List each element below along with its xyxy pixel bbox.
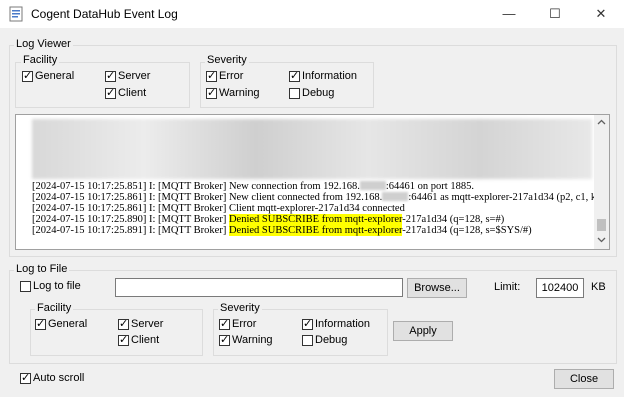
viewer-debug-label: Debug [302,87,335,99]
file-debug-label: Debug [315,334,348,346]
log-textbox[interactable]: [2024-07-15 10:17:25.851] I: [MQTT Broke… [15,114,610,250]
file-facility-label: Facility [35,302,74,314]
log-line: [2024-07-15 10:17:25.861] I: [MQTT Broke… [32,203,405,214]
scroll-down-icon[interactable] [597,237,606,243]
viewer-client-checkbox[interactable] [105,86,116,100]
file-client-label: Client [131,334,160,346]
viewer-facility-label: Facility [21,54,60,66]
log-scrollbar[interactable] [594,115,609,249]
file-warning-label: Warning [232,334,273,346]
file-server-checkbox[interactable] [118,317,129,331]
close-window-button[interactable]: ✕ [578,0,624,28]
file-severity-label: Severity [218,302,262,314]
file-information-label: Information [315,318,371,330]
viewer-client-label: Client [118,87,147,99]
maximize-button[interactable]: ☐ [532,0,578,28]
viewer-server-label: Server [118,70,151,82]
log-to-file-label: Log to File [14,263,70,275]
title-bar: Cogent DataHub Event Log — ☐ ✕ [0,0,624,28]
log-line: [2024-07-15 10:17:25.890] I: [MQTT Broke… [32,214,505,225]
file-information-checkbox[interactable] [302,317,313,331]
file-warning-checkbox[interactable] [219,333,230,347]
file-error-label: Error [232,318,257,330]
log-to-file-checkbox[interactable] [20,281,31,292]
limit-unit: KB [591,281,606,293]
file-debug-checkbox[interactable] [302,335,313,346]
browse-button[interactable]: Browse... [407,278,467,298]
viewer-error-label: Error [219,70,244,82]
log-highlight: Denied SUBSCRIBE from mqtt-explorer [228,225,403,236]
redacted-log-area [32,119,592,179]
viewer-error-checkbox[interactable] [206,69,217,83]
apply-button[interactable]: Apply [393,321,453,341]
file-severity-group [213,309,388,356]
scroll-up-icon[interactable] [597,119,606,125]
viewer-debug-checkbox[interactable] [289,88,300,99]
viewer-information-checkbox[interactable] [289,69,300,83]
log-highlight: Denied SUBSCRIBE from mqtt-explorer [228,214,403,225]
limit-input[interactable]: 102400 [536,278,584,298]
app-icon [9,6,23,22]
log-to-file-checkbox-label: Log to file [33,280,81,292]
file-general-label: General [48,318,88,330]
autoscroll-label: Auto scroll [33,372,85,384]
viewer-information-label: Information [302,70,358,82]
limit-label: Limit: [494,281,521,293]
log-line: [2024-07-15 10:17:25.861] I: [MQTT Broke… [32,192,610,203]
file-client-checkbox[interactable] [118,333,129,347]
viewer-facility-group [15,62,190,108]
log-line: [2024-07-15 10:17:25.891] I: [MQTT Broke… [32,225,532,236]
viewer-server-checkbox[interactable] [105,69,116,83]
file-general-checkbox[interactable] [35,317,46,331]
window-title: Cogent DataHub Event Log [31,7,178,21]
file-error-checkbox[interactable] [219,317,230,331]
file-facility-group [30,309,203,356]
viewer-warning-checkbox[interactable] [206,86,217,100]
viewer-general-label: General [35,70,75,82]
autoscroll-checkbox[interactable] [20,371,31,385]
log-viewer-label: Log Viewer [14,38,73,50]
log-file-path-input[interactable] [115,278,403,297]
viewer-severity-label: Severity [205,54,249,66]
log-line: [2024-07-15 10:17:25.851] I: [MQTT Broke… [32,181,474,192]
viewer-severity-group [200,62,374,108]
minimize-button[interactable]: — [486,0,532,28]
close-button[interactable]: Close [554,369,614,389]
file-server-label: Server [131,318,164,330]
scroll-thumb[interactable] [597,219,606,231]
viewer-general-checkbox[interactable] [22,69,33,83]
viewer-warning-label: Warning [219,87,260,99]
